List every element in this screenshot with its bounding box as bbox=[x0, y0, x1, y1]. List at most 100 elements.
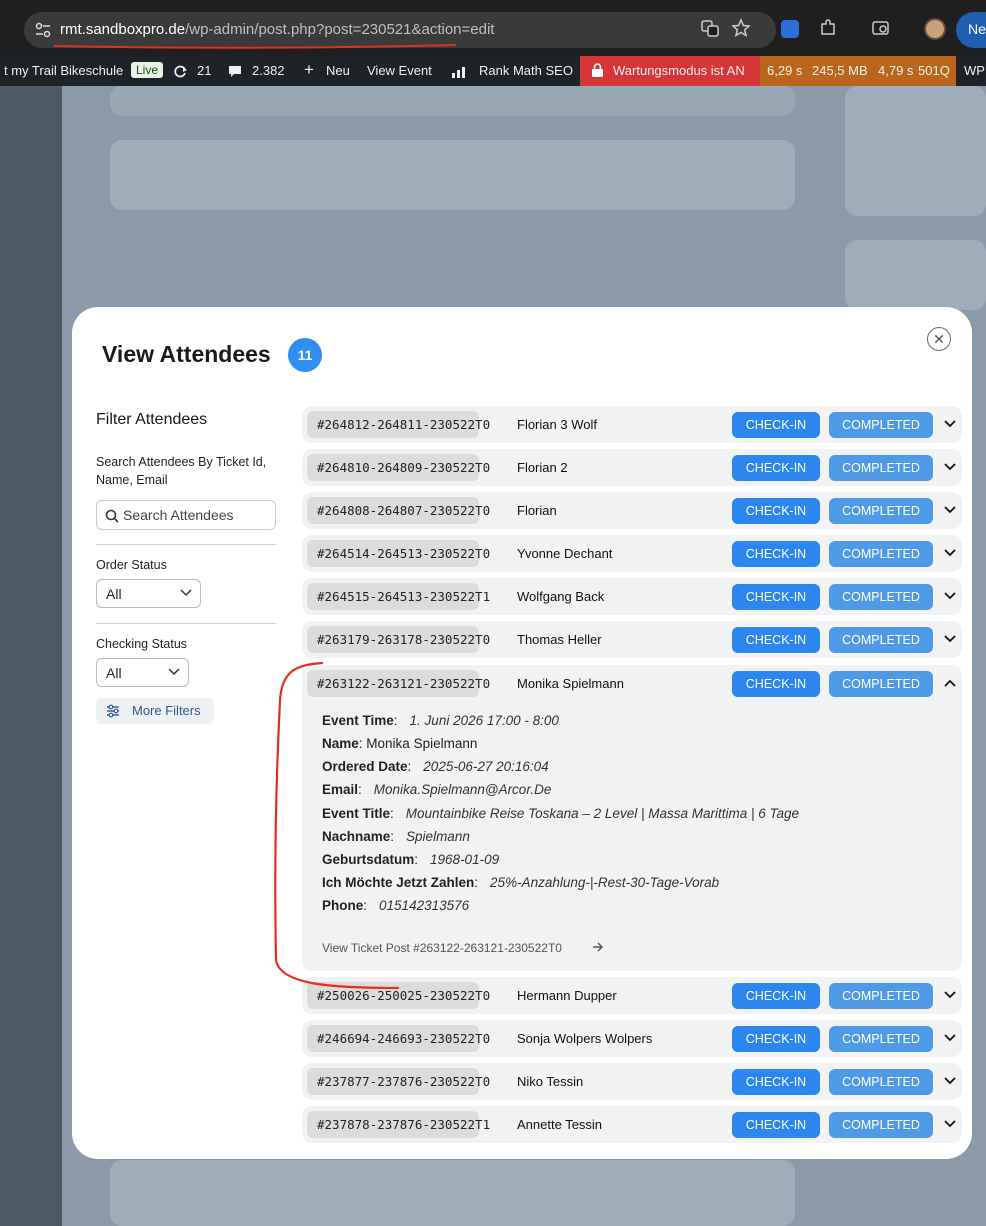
live-badge: Live bbox=[131, 62, 164, 78]
status-badge[interactable]: COMPLETED bbox=[829, 1026, 933, 1052]
check-in-button[interactable]: CHECK-IN bbox=[732, 498, 820, 524]
updates-count[interactable]: 21 bbox=[197, 63, 211, 78]
chevron-down-icon[interactable] bbox=[944, 463, 956, 471]
chevron-down-icon[interactable] bbox=[944, 506, 956, 514]
chevron-up-icon[interactable] bbox=[944, 679, 956, 687]
status-badge[interactable]: COMPLETED bbox=[829, 412, 933, 438]
rank-math-link[interactable]: Rank Math SEO bbox=[479, 63, 573, 78]
comments-count[interactable]: 2.382 bbox=[252, 63, 285, 78]
attendee-name: Wolfgang Back bbox=[517, 589, 605, 604]
extension-icon[interactable] bbox=[781, 20, 799, 38]
profile-avatar[interactable] bbox=[924, 18, 946, 40]
status-badge[interactable]: COMPLETED bbox=[829, 455, 933, 481]
browser-toolbar: rmt.sandboxpro.de/wp-admin/post.php?post… bbox=[0, 0, 986, 56]
address-bar[interactable]: rmt.sandboxpro.de/wp-admin/post.php?post… bbox=[24, 12, 776, 49]
view-event-link[interactable]: View Event bbox=[367, 63, 432, 78]
chevron-down-icon[interactable] bbox=[944, 635, 956, 643]
divider bbox=[96, 623, 276, 624]
more-filters-button[interactable]: More Filters bbox=[96, 698, 214, 724]
translate-icon[interactable] bbox=[700, 18, 720, 38]
chevron-down-icon[interactable] bbox=[944, 1034, 956, 1042]
check-in-button[interactable]: CHECK-IN bbox=[732, 584, 820, 610]
chevron-down-icon[interactable] bbox=[944, 1120, 956, 1128]
ticket-id: #264812-264811-230522T0 bbox=[307, 411, 490, 438]
attendee-name: Florian 3 Wolf bbox=[517, 417, 597, 432]
arrow-right-icon[interactable] bbox=[592, 942, 604, 952]
attendee-row[interactable]: #264808-264807-230522T0 Florian CHECK-IN… bbox=[302, 492, 962, 529]
check-in-button[interactable]: CHECK-IN bbox=[732, 627, 820, 653]
attendee-row[interactable]: #263179-263178-230522T0 Thomas Heller CH… bbox=[302, 621, 962, 658]
url-underline-annotation bbox=[53, 44, 457, 49]
bookmark-star-icon[interactable] bbox=[731, 18, 751, 38]
status-badge[interactable]: COMPLETED bbox=[829, 584, 933, 610]
checking-status-value: All bbox=[106, 665, 122, 681]
query-monitor-item[interactable]: 6,29 s 245,5 MB 4,79 s 501Q bbox=[760, 56, 956, 86]
maintenance-mode-item[interactable]: Wartungsmodus ist AN bbox=[580, 56, 760, 86]
status-badge[interactable]: COMPLETED bbox=[829, 1112, 933, 1138]
plus-icon[interactable]: + bbox=[304, 60, 314, 80]
checking-status-select[interactable]: All bbox=[96, 658, 189, 687]
attendee-name: Florian 2 bbox=[517, 460, 568, 475]
extensions-puzzle-icon[interactable] bbox=[818, 18, 838, 38]
url-path: /wp-admin/post.php?post=230521&action=ed… bbox=[185, 21, 495, 38]
profile-button[interactable]: Ne bbox=[956, 12, 986, 48]
site-settings-icon[interactable] bbox=[34, 21, 52, 39]
search-field[interactable] bbox=[96, 500, 276, 530]
tab-search-icon[interactable] bbox=[871, 18, 891, 38]
wp-menu-link[interactable]: WP bbox=[964, 63, 985, 78]
check-in-button[interactable]: CHECK-IN bbox=[732, 541, 820, 567]
chevron-down-icon[interactable] bbox=[944, 592, 956, 600]
order-status-value: All bbox=[106, 586, 122, 602]
attendee-name: Yvonne Dechant bbox=[517, 546, 613, 561]
status-badge[interactable]: COMPLETED bbox=[829, 541, 933, 567]
attendee-name: Florian bbox=[517, 503, 557, 518]
check-in-button[interactable]: CHECK-IN bbox=[732, 1069, 820, 1095]
check-in-button[interactable]: CHECK-IN bbox=[732, 455, 820, 481]
sliders-icon bbox=[107, 704, 119, 718]
divider bbox=[96, 544, 276, 545]
attendee-row[interactable]: #264812-264811-230522T0 Florian 3 Wolf C… bbox=[302, 406, 962, 443]
attendee-row[interactable]: #237877-237876-230522T0 Niko Tessin CHEC… bbox=[302, 1063, 962, 1100]
new-content-link[interactable]: Neu bbox=[326, 63, 350, 78]
attendee-row[interactable]: #264810-264809-230522T0 Florian 2 CHECK-… bbox=[302, 449, 962, 486]
attendee-row[interactable]: #246694-246693-230522T0 Sonja Wolpers Wo… bbox=[302, 1020, 962, 1057]
order-status-label: Order Status bbox=[96, 558, 167, 572]
url-text[interactable]: rmt.sandboxpro.de/wp-admin/post.php?post… bbox=[60, 21, 494, 38]
status-badge[interactable]: COMPLETED bbox=[829, 1069, 933, 1095]
status-badge[interactable]: COMPLETED bbox=[829, 498, 933, 524]
backdrop-panel bbox=[110, 140, 795, 210]
chevron-down-icon[interactable] bbox=[944, 420, 956, 428]
attendee-row[interactable]: #264514-264513-230522T0 Yvonne Dechant C… bbox=[302, 535, 962, 572]
backdrop-panel bbox=[110, 86, 795, 116]
status-badge[interactable]: COMPLETED bbox=[829, 627, 933, 653]
url-host: rmt.sandboxpro.de bbox=[60, 21, 186, 38]
ticket-id: #246694-246693-230522T0 bbox=[307, 1025, 490, 1052]
highlight-annotation bbox=[274, 661, 400, 990]
search-input[interactable] bbox=[123, 505, 271, 525]
close-icon[interactable] bbox=[927, 327, 951, 351]
checking-status-label: Checking Status bbox=[96, 637, 188, 651]
status-badge[interactable]: COMPLETED bbox=[829, 671, 933, 697]
chevron-down-icon[interactable] bbox=[944, 549, 956, 557]
check-in-button[interactable]: CHECK-IN bbox=[732, 1026, 820, 1052]
ticket-id: #264514-264513-230522T0 bbox=[307, 540, 490, 567]
updates-icon[interactable] bbox=[173, 64, 188, 79]
attendee-row[interactable]: #264515-264513-230522T1 Wolfgang Back CH… bbox=[302, 578, 962, 615]
ticket-id: #264515-264513-230522T1 bbox=[307, 583, 490, 610]
check-in-button[interactable]: CHECK-IN bbox=[732, 412, 820, 438]
status-badge[interactable]: COMPLETED bbox=[829, 983, 933, 1009]
chevron-down-icon[interactable] bbox=[944, 1077, 956, 1085]
order-status-select[interactable]: All bbox=[96, 579, 201, 608]
check-in-button[interactable]: CHECK-IN bbox=[732, 983, 820, 1009]
site-name-link[interactable]: t my Trail Bikeschule bbox=[4, 63, 123, 78]
check-in-button[interactable]: CHECK-IN bbox=[732, 671, 820, 697]
ticket-id: #237878-237876-230522T1 bbox=[307, 1111, 490, 1138]
ticket-id: #264808-264807-230522T0 bbox=[307, 497, 490, 524]
check-in-button[interactable]: CHECK-IN bbox=[732, 1112, 820, 1138]
attendee-row[interactable]: #237878-237876-230522T1 Annette Tessin C… bbox=[302, 1106, 962, 1143]
chevron-down-icon[interactable] bbox=[944, 991, 956, 999]
rank-math-icon[interactable] bbox=[451, 65, 469, 78]
search-icon bbox=[105, 509, 119, 523]
comments-icon[interactable] bbox=[228, 65, 242, 78]
perf-db-time: 4,79 s bbox=[878, 63, 914, 78]
